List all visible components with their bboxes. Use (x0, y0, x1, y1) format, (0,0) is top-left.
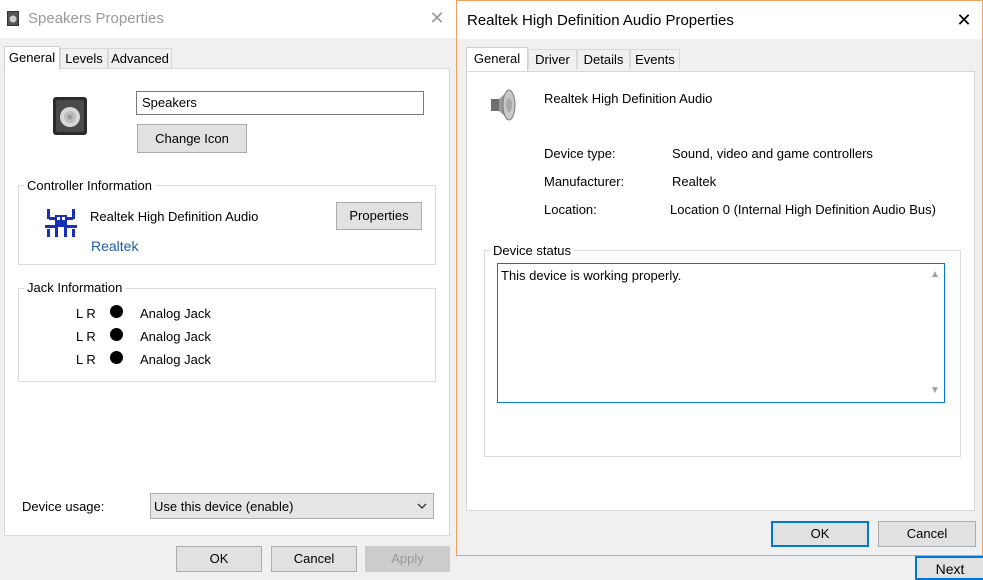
tab-advanced[interactable]: Advanced (108, 48, 172, 68)
jack-dot-icon (110, 351, 123, 364)
location-value: Location 0 (Internal High Definition Aud… (670, 202, 936, 217)
tab-general[interactable]: General (466, 47, 528, 71)
jack-dot-icon (110, 305, 123, 318)
jack-information-label: Jack Information (24, 280, 126, 295)
controller-properties-button[interactable]: Properties (336, 202, 422, 230)
device-status-label: Device status (490, 243, 575, 258)
jack-channels: L R (76, 306, 96, 321)
speaker-icon (53, 97, 87, 135)
device-usage-label: Device usage: (22, 499, 105, 514)
tab-general[interactable]: General (4, 46, 60, 70)
jack-channels: L R (76, 352, 96, 367)
tab-driver[interactable]: Driver (528, 49, 577, 69)
jack-label: Analog Jack (140, 306, 211, 321)
manufacturer-label: Manufacturer: (544, 174, 625, 189)
chevron-down-icon (417, 503, 427, 509)
device-type-label: Device type: (544, 146, 616, 161)
jack-row: L R Analog Jack (76, 349, 276, 369)
device-status-text: This device is working properly. (501, 268, 682, 283)
device-usage-value: Use this device (enable) (154, 499, 294, 514)
change-icon-button[interactable]: Change Icon (137, 124, 247, 153)
jack-row: L R Analog Jack (76, 303, 276, 323)
jack-label: Analog Jack (140, 329, 211, 344)
apply-button[interactable]: Apply (365, 546, 450, 572)
device-name: Realtek High Definition Audio (544, 91, 713, 106)
controller-name: Realtek High Definition Audio (90, 209, 259, 224)
ok-button[interactable]: OK (771, 521, 869, 547)
scroll-up-icon[interactable]: ▲ (930, 270, 940, 280)
title-bar[interactable]: Speakers Properties ✕ (0, 0, 456, 38)
title-bar[interactable]: Realtek High Definition Audio Properties… (457, 1, 982, 39)
controller-information-label: Controller Information (24, 178, 155, 193)
manufacturer-value: Realtek (672, 174, 717, 189)
general-tab-panel: Speakers Change Icon Controller Informat… (4, 68, 450, 536)
jack-dot-icon (110, 328, 123, 341)
ok-button[interactable]: OK (176, 546, 262, 572)
cancel-button[interactable]: Cancel (271, 546, 357, 572)
close-icon[interactable]: ✕ (953, 9, 975, 31)
window-title: Realtek High Definition Audio Properties (467, 12, 734, 29)
realtek-properties-window: Realtek High Definition Audio Properties… (456, 0, 983, 556)
tab-events[interactable]: Events (630, 49, 680, 69)
device-name-input[interactable]: Speakers (136, 91, 424, 115)
jack-channels: L R (76, 329, 96, 344)
device-usage-select[interactable]: Use this device (enable) (150, 493, 434, 519)
controller-vendor-link[interactable]: Realtek (91, 238, 138, 254)
scroll-down-icon[interactable]: ▼ (930, 386, 940, 396)
cancel-button[interactable]: Cancel (878, 521, 976, 547)
jack-row: L R Analog Jack (76, 326, 276, 346)
next-button[interactable]: Next (915, 556, 983, 580)
tab-details[interactable]: Details (577, 49, 630, 69)
tab-levels[interactable]: Levels (60, 48, 108, 68)
jack-label: Analog Jack (140, 352, 211, 367)
status-scrollbar[interactable]: ▲ ▼ (927, 264, 944, 402)
speaker-app-icon (7, 11, 19, 26)
speakers-properties-window: Speakers Properties ✕ General Levels Adv… (0, 0, 456, 580)
device-type-value: Sound, video and game controllers (672, 146, 873, 161)
device-status-textbox[interactable]: This device is working properly. ▲ ▼ (497, 263, 945, 403)
window-title: Speakers Properties (28, 10, 164, 27)
location-label: Location: (544, 202, 597, 217)
speaker-icon (491, 89, 516, 121)
close-icon[interactable]: ✕ (426, 7, 448, 29)
realtek-crab-icon (45, 209, 77, 237)
